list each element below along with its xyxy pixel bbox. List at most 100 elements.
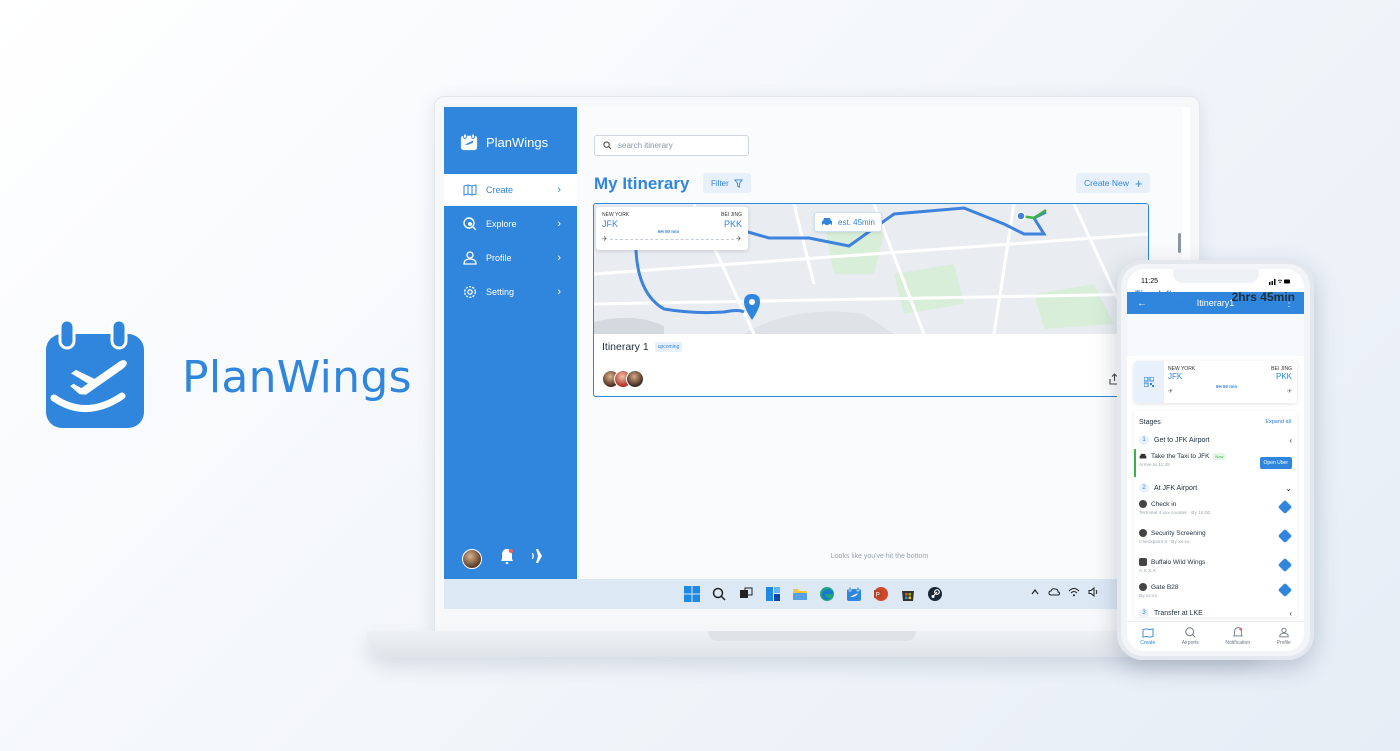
stage-group[interactable]: 2 At JFK Airport ⌄	[1139, 483, 1292, 493]
itinerary-card[interactable]: NEW YORK BEI JING JFK PKK 6H 50 min ✈ ✈ …	[593, 203, 1149, 397]
planwings-logo	[46, 318, 144, 428]
phone-frame: 11:25 ← Itinerary1 ⋮ Time left Boarding …	[1117, 260, 1314, 660]
planwings-icon[interactable]	[844, 584, 864, 604]
stage-item[interactable]: Security Screening Checkpoint 3 · By xx:…	[1139, 528, 1293, 545]
stage-item-subtitle: By xx:xx	[1139, 594, 1157, 599]
store-icon[interactable]	[898, 584, 918, 604]
nav-profile[interactable]: Profile	[1277, 627, 1291, 646]
time-left-panel	[1127, 314, 1304, 356]
map-icon	[462, 182, 478, 198]
eta-text: est. 45min	[838, 217, 875, 227]
boarding-pass-card[interactable]: NEW YORK BEI JING JFK PKK 6H 50 min ✈ ✈	[1134, 361, 1297, 403]
sidebar-item-profile[interactable]: Profile ›	[444, 242, 577, 274]
powerpoint-icon[interactable]: P	[871, 584, 891, 604]
search-box[interactable]	[594, 135, 749, 156]
avatar	[626, 370, 644, 388]
nav-label: Profile	[1276, 640, 1291, 646]
phone-screen: 11:25 ← Itinerary1 ⋮ Time left Boarding …	[1127, 269, 1304, 651]
scrollbar-thumb[interactable]	[1178, 233, 1181, 253]
stage-group[interactable]: 3 Transfer at LKE ‹	[1139, 608, 1292, 617]
chevron-down-icon[interactable]: ⌄	[1285, 484, 1292, 493]
sidebar-item-explore[interactable]: Explore ›	[444, 208, 577, 240]
time-left-subtitle: Boarding gate close in	[1135, 300, 1195, 306]
header-title: Itinerary1	[1196, 298, 1235, 308]
sidebar: PlanWings Create › Explore › Profile › S…	[444, 107, 577, 579]
end-of-list-note: Looks like you've hit the bottom	[830, 553, 929, 560]
windows-icon[interactable]	[682, 584, 702, 604]
volume-icon[interactable]	[1088, 586, 1100, 600]
chevron-left-icon[interactable]: ‹	[1289, 436, 1292, 445]
steam-icon[interactable]	[925, 584, 945, 604]
taskview-icon[interactable]	[736, 584, 756, 604]
filter-icon	[733, 178, 743, 188]
destination-code: PKK	[723, 219, 742, 229]
stage-item-taxi[interactable]: Take the Taxi to JFK Now Arrive at 11:45…	[1139, 453, 1292, 469]
sidebar-item-label: Profile	[486, 253, 512, 263]
user-avatar[interactable]	[462, 548, 482, 569]
sidebar-item-setting[interactable]: Setting ›	[444, 276, 577, 308]
chevron-left-icon[interactable]: ‹	[1289, 609, 1292, 618]
takeoff-icon: ✈	[602, 236, 608, 243]
user-icon	[462, 250, 478, 266]
stage-item[interactable]: Buffalo Wild Wings A.X.X.X	[1139, 557, 1293, 574]
user-icon	[1278, 627, 1289, 638]
phone-bottom-nav: Create Airports Notification Profile	[1127, 621, 1304, 651]
stage-item-label: Buffalo Wild Wings	[1151, 558, 1206, 566]
map-icon	[1142, 627, 1154, 638]
chevron-right-icon: ›	[557, 286, 561, 298]
chevron-up-icon[interactable]	[1030, 587, 1040, 600]
stage-item-subtitle: A.X.X.X	[1139, 569, 1156, 574]
taskbar: P	[444, 579, 1190, 609]
widgets-icon[interactable]	[763, 584, 783, 604]
create-new-button[interactable]: Create New +	[1076, 173, 1151, 193]
stage-item[interactable]: Gate B28 By xx:xx	[1139, 582, 1293, 599]
cloud-icon[interactable]	[1048, 587, 1061, 600]
now-tag: Now	[1213, 453, 1226, 460]
search-icon[interactable]	[709, 584, 729, 604]
main-content: My Itinerary Filter Create New +	[577, 107, 1182, 579]
stage-item-label: Take the Taxi to JFK	[1151, 453, 1210, 460]
stage-item-label: Gate B28	[1151, 583, 1179, 591]
stage-group[interactable]: 1 Get to JFK Airport ‹	[1139, 435, 1292, 445]
flight-duration: 6H 50 min	[1216, 384, 1238, 389]
plus-icon: +	[1134, 175, 1143, 191]
explorer-icon[interactable]	[790, 584, 810, 604]
bell-icon[interactable]	[500, 548, 514, 569]
stage-label: Transfer at LKE	[1154, 609, 1203, 617]
landing-icon: ✈	[1286, 389, 1292, 395]
stages-heading: Stages	[1139, 419, 1161, 426]
search-input[interactable]	[618, 141, 738, 150]
traveler-avatars[interactable]	[602, 370, 644, 388]
qr-code-icon[interactable]	[1134, 361, 1164, 403]
wifi-icon[interactable]	[1068, 587, 1080, 600]
sidebar-item-label: Create	[486, 185, 514, 195]
status-icons	[1269, 278, 1291, 287]
expand-all-link[interactable]: Expand all	[1265, 419, 1291, 425]
bell-icon	[1232, 627, 1243, 637]
destination-code: PKK	[1275, 372, 1292, 381]
open-uber-button[interactable]: Open Uber	[1259, 457, 1292, 469]
stage-item[interactable]: Check in Terminal 4 xxx counter · By 15:…	[1139, 499, 1293, 516]
nav-notification[interactable]: Notification	[1225, 627, 1250, 646]
chevron-right-icon: ›	[557, 184, 561, 196]
car-icon	[822, 218, 832, 227]
edge-icon[interactable]	[817, 584, 837, 604]
stage-item-label: Check in	[1151, 500, 1177, 508]
stage-label: Get to JFK Airport	[1154, 436, 1210, 444]
stages-panel: Stages Expand all 1 Get to JFK Airport ‹…	[1134, 411, 1297, 617]
flight-summary[interactable]: NEW YORK BEI JING JFK PKK 6H 50 min ✈ ✈	[596, 207, 748, 250]
planwings-logo-icon	[460, 133, 478, 151]
sidebar-item-create[interactable]: Create ›	[444, 174, 577, 206]
sidebar-item-label: Setting	[486, 287, 515, 297]
plane-icon[interactable]	[532, 547, 550, 570]
filter-button[interactable]: Filter	[703, 173, 751, 193]
itinerary-title-row: Itinerary 1 upcoming	[602, 341, 683, 353]
nav-airports[interactable]: Airports	[1182, 627, 1199, 646]
phone-status-bar: 11:25	[1141, 278, 1291, 287]
nav-create[interactable]: Create	[1140, 627, 1155, 646]
sidebar-logo[interactable]: PlanWings	[460, 133, 548, 151]
gate-icon	[1139, 583, 1147, 591]
active-stage-indicator	[1134, 449, 1136, 477]
origin-city: NEW YORK	[602, 212, 630, 218]
taskbar-apps: P	[682, 584, 945, 604]
